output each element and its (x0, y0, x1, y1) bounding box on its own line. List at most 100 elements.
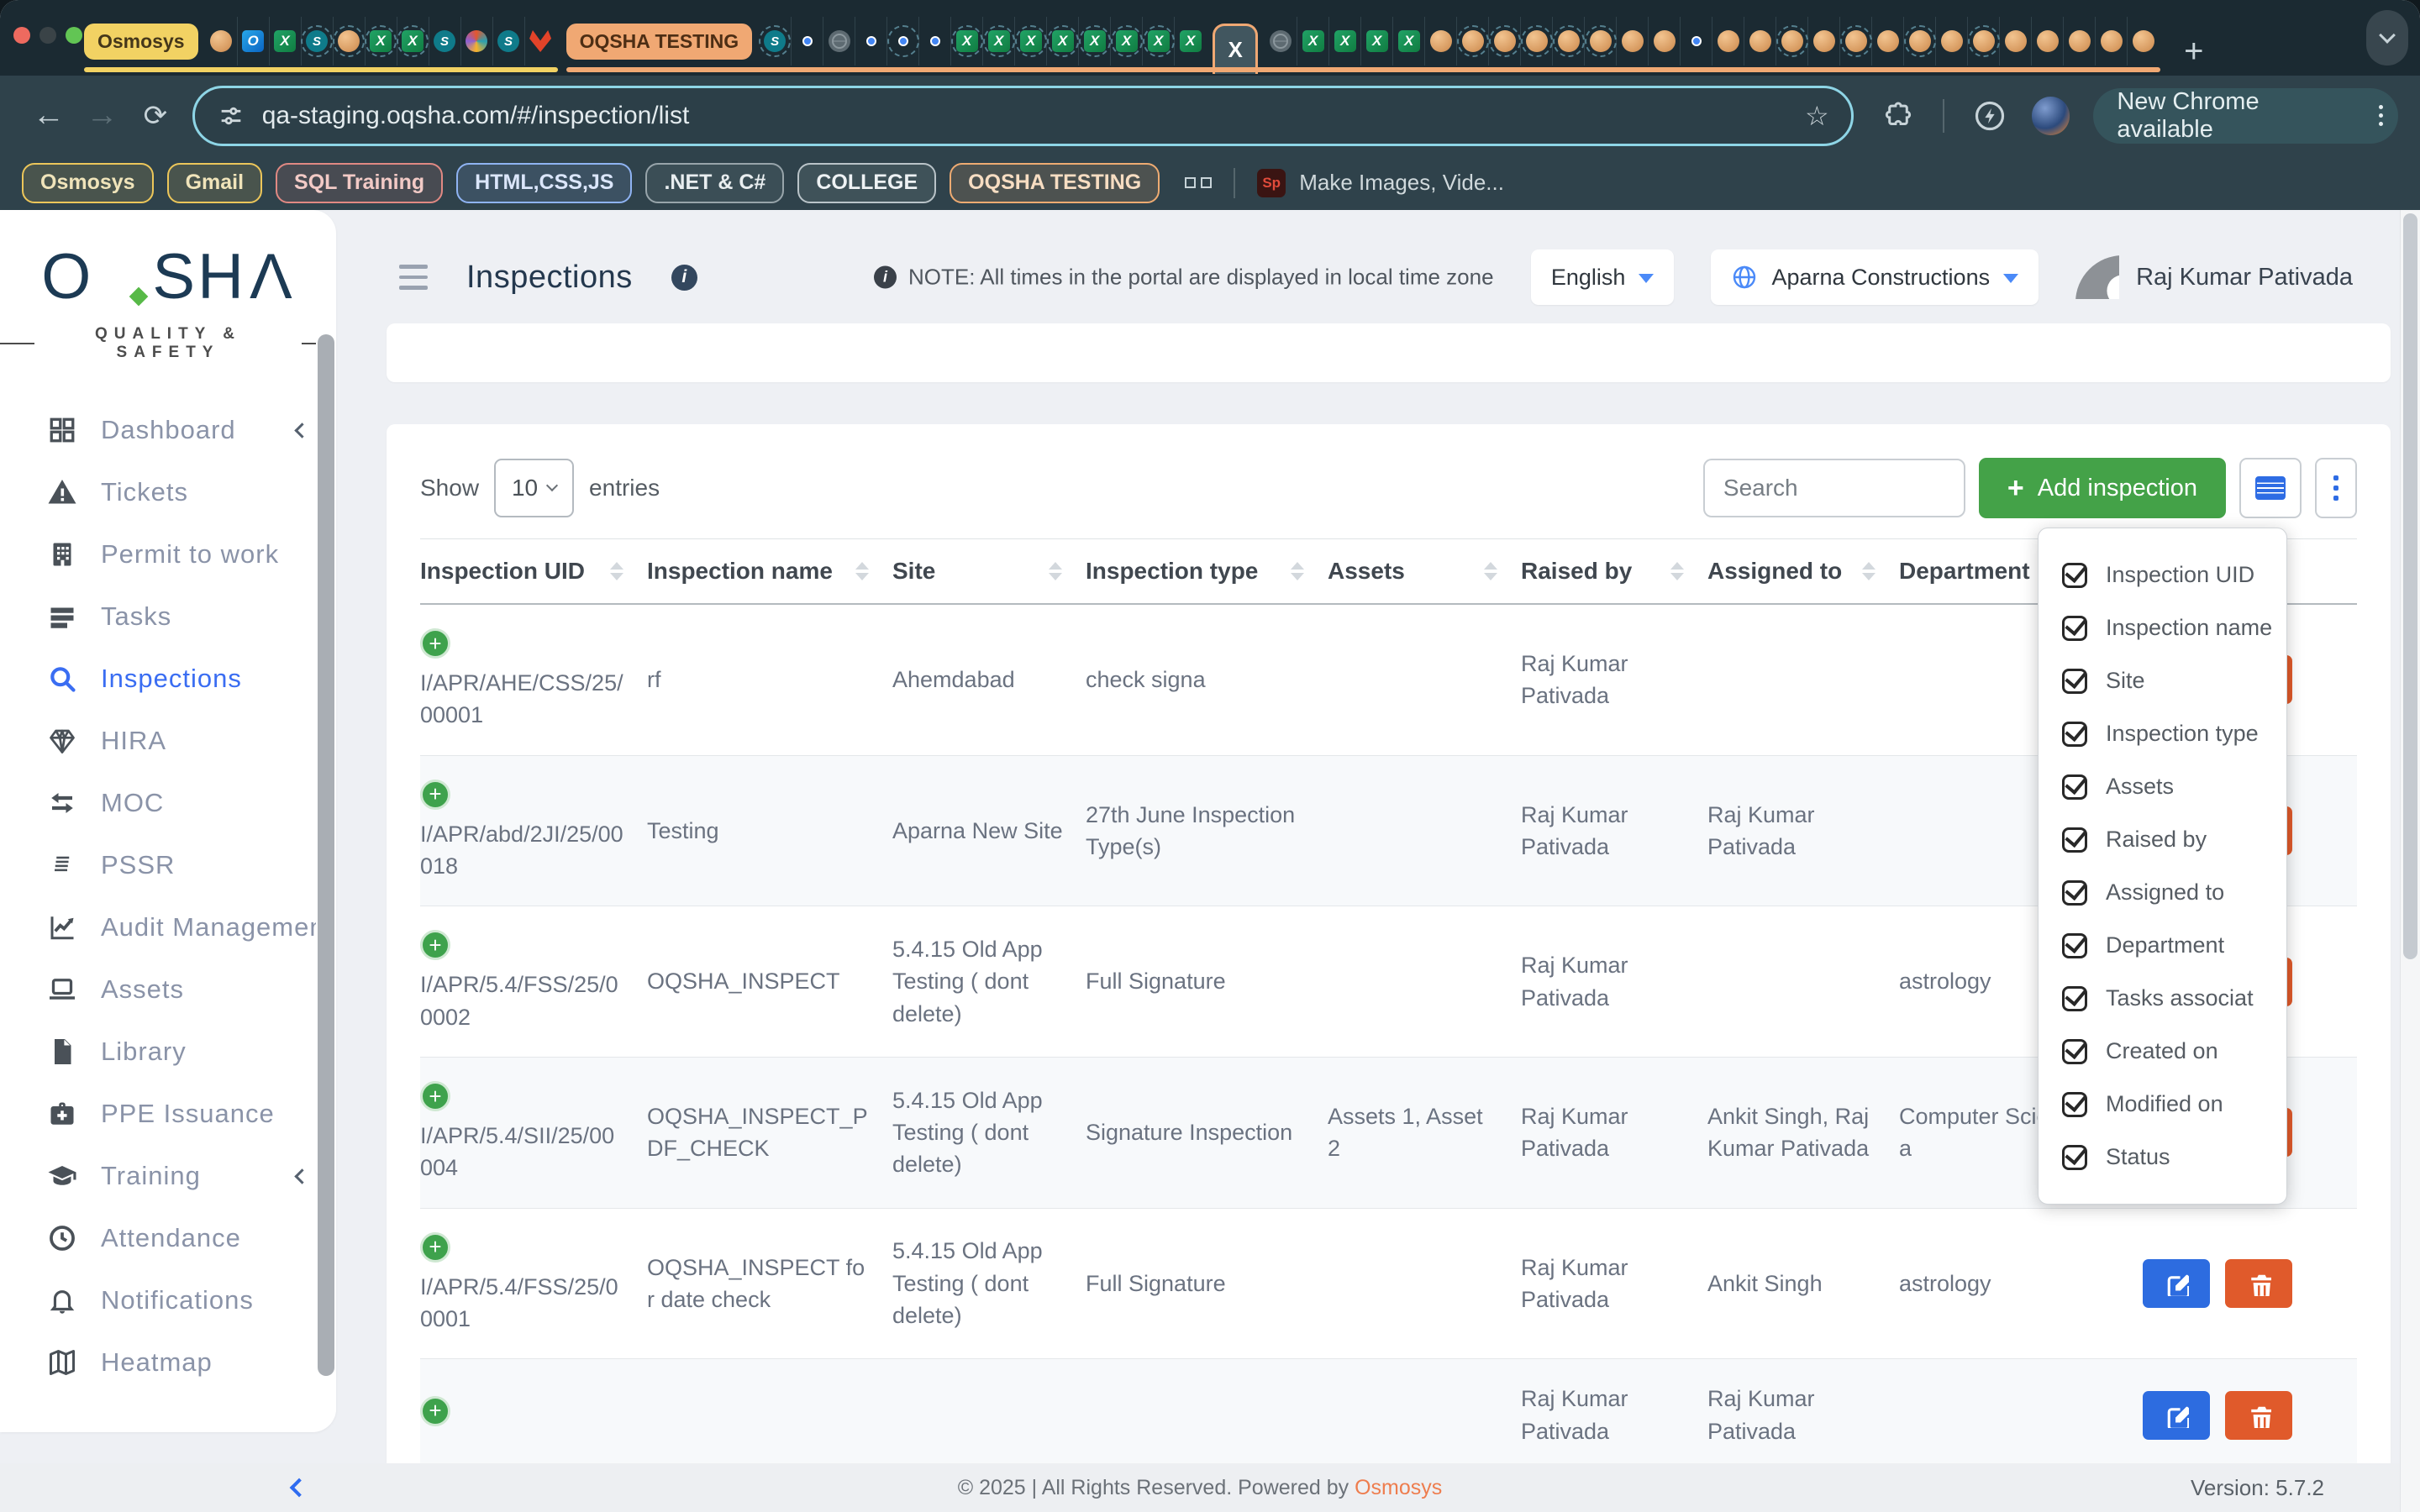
app-logo[interactable]: O SH Λ QUALITY & SAFETY (0, 210, 336, 362)
browser-tab[interactable] (237, 17, 269, 66)
browser-tab[interactable] (1807, 17, 1839, 66)
bookmark-folder[interactable]: HTML,CSS,JS (456, 163, 632, 203)
edit-button[interactable] (2143, 1259, 2210, 1308)
browser-tab[interactable] (1174, 17, 1206, 66)
update-chrome-button[interactable]: New Chrome available (2093, 88, 2398, 144)
zoom-window-button[interactable] (66, 27, 82, 44)
checkbox-checked-icon[interactable] (2062, 827, 2087, 853)
sidebar-item[interactable]: PSSR (0, 834, 336, 896)
column-menu-item[interactable]: Department (2039, 919, 2286, 972)
add-inspection-button[interactable]: + Add inspection (1979, 458, 2226, 518)
browser-tab[interactable] (1648, 17, 1680, 66)
site-settings-icon[interactable] (217, 102, 245, 130)
expand-row-icon[interactable]: + (420, 1081, 450, 1111)
browser-tab[interactable] (1903, 17, 1935, 66)
browser-tab[interactable] (1110, 17, 1142, 66)
url-text[interactable]: qa-staging.oqsha.com/#/inspection/list (262, 102, 1805, 130)
checkbox-checked-icon[interactable] (2062, 933, 2087, 958)
browser-tab[interactable] (1839, 17, 1871, 66)
column-options-button[interactable] (2315, 458, 2357, 518)
browser-tab[interactable] (1456, 17, 1488, 66)
performance-icon[interactable] (1973, 99, 2007, 133)
browser-tab[interactable] (759, 17, 791, 66)
sort-arrows-icon[interactable] (855, 562, 869, 580)
page-size-select[interactable]: 10 (494, 459, 574, 517)
sort-arrows-icon[interactable] (610, 562, 623, 580)
sidebar-item[interactable]: Notifications (0, 1269, 336, 1331)
column-menu-item[interactable]: Modified on (2039, 1078, 2286, 1131)
column-header[interactable]: Inspection type (1086, 539, 1328, 605)
hamburger-menu-icon[interactable] (399, 265, 428, 290)
bookmark-folder[interactable]: OQSHA TESTING (950, 163, 1160, 203)
checkbox-checked-icon[interactable] (2062, 1039, 2087, 1064)
reload-button[interactable]: ⟳ (129, 99, 182, 133)
column-menu-item[interactable]: Tasks associat (2039, 972, 2286, 1025)
browser-tab[interactable] (1712, 17, 1744, 66)
browser-tab[interactable] (1488, 17, 1520, 66)
column-menu-item[interactable]: Status (2039, 1131, 2286, 1184)
column-header[interactable]: Inspection name (647, 539, 892, 605)
browser-tab[interactable] (823, 17, 855, 66)
sidebar-item[interactable]: Library (0, 1021, 336, 1083)
browser-tab[interactable] (1616, 17, 1648, 66)
checkbox-checked-icon[interactable] (2062, 986, 2087, 1011)
browser-tab[interactable] (950, 17, 982, 66)
delete-button[interactable] (2225, 1259, 2292, 1308)
browser-tab[interactable] (205, 17, 237, 66)
browser-tab[interactable] (1552, 17, 1584, 66)
browser-tab[interactable] (460, 17, 492, 66)
expand-row-icon[interactable]: + (420, 1232, 450, 1263)
column-header[interactable]: Site (892, 539, 1086, 605)
tab-search-button[interactable] (2366, 10, 2408, 66)
checkbox-checked-icon[interactable] (2062, 774, 2087, 800)
sidebar-scrollbar[interactable] (316, 334, 336, 1417)
browser-tab[interactable] (397, 17, 429, 66)
browser-tab[interactable] (1680, 17, 1712, 66)
minimize-window-button[interactable] (39, 27, 56, 44)
browser-tab[interactable] (2063, 17, 2095, 66)
browser-menu-icon[interactable] (2379, 105, 2383, 126)
column-menu-item[interactable]: Raised by (2039, 813, 2286, 866)
browser-tab[interactable] (2031, 17, 2063, 66)
browser-tab[interactable] (365, 17, 397, 66)
active-tab[interactable]: X (1213, 24, 1258, 74)
column-menu-item[interactable]: Inspection type (2039, 707, 2286, 760)
column-header[interactable]: Inspection UID (420, 539, 647, 605)
sort-arrows-icon[interactable] (1670, 562, 1684, 580)
extensions-icon[interactable] (1882, 100, 1914, 132)
sidebar-item[interactable]: Inspections (0, 648, 336, 710)
browser-tab[interactable] (1014, 17, 1046, 66)
browser-tab[interactable] (2095, 17, 2127, 66)
browser-tab[interactable] (333, 17, 365, 66)
language-select[interactable]: English (1531, 249, 1675, 305)
checkbox-checked-icon[interactable] (2062, 616, 2087, 641)
sidebar-item[interactable]: Dashboard (0, 399, 336, 461)
sidebar-item[interactable]: Tasks (0, 585, 336, 648)
bookmark-folder[interactable]: COLLEGE (797, 163, 936, 203)
sidebar-item[interactable]: Tickets (0, 461, 336, 523)
browser-tab[interactable] (1520, 17, 1552, 66)
browser-tab[interactable] (855, 17, 886, 66)
browser-tab[interactable] (524, 17, 556, 66)
filter-panel[interactable] (387, 323, 2391, 382)
browser-tab[interactable] (1584, 17, 1616, 66)
browser-tab[interactable] (1935, 17, 1967, 66)
sidebar-item[interactable]: Attendance (0, 1207, 336, 1269)
tab-group-label[interactable]: OQSHA TESTING (566, 24, 753, 60)
address-bar[interactable]: qa-staging.oqsha.com/#/inspection/list ☆ (192, 86, 1854, 146)
back-button[interactable]: ← (22, 97, 76, 134)
sidebar-collapse-icon[interactable] (290, 1478, 309, 1498)
delete-button[interactable] (2225, 1391, 2292, 1440)
sidebar-item[interactable]: Permit to work (0, 523, 336, 585)
column-menu-item[interactable]: Inspection name (2039, 601, 2286, 654)
info-icon[interactable]: i (671, 265, 697, 291)
column-menu-item[interactable]: Inspection UID (2039, 549, 2286, 601)
osmosys-link[interactable]: Osmosys (1355, 1476, 1442, 1499)
browser-tab[interactable] (1297, 17, 1328, 66)
browser-tab[interactable] (1265, 17, 1297, 66)
column-header[interactable]: Raised by (1521, 539, 1707, 605)
expand-row-icon[interactable]: + (420, 780, 450, 810)
browser-tab[interactable] (1967, 17, 1999, 66)
sidebar-item[interactable]: Training (0, 1145, 336, 1207)
browser-tab[interactable] (1328, 17, 1360, 66)
